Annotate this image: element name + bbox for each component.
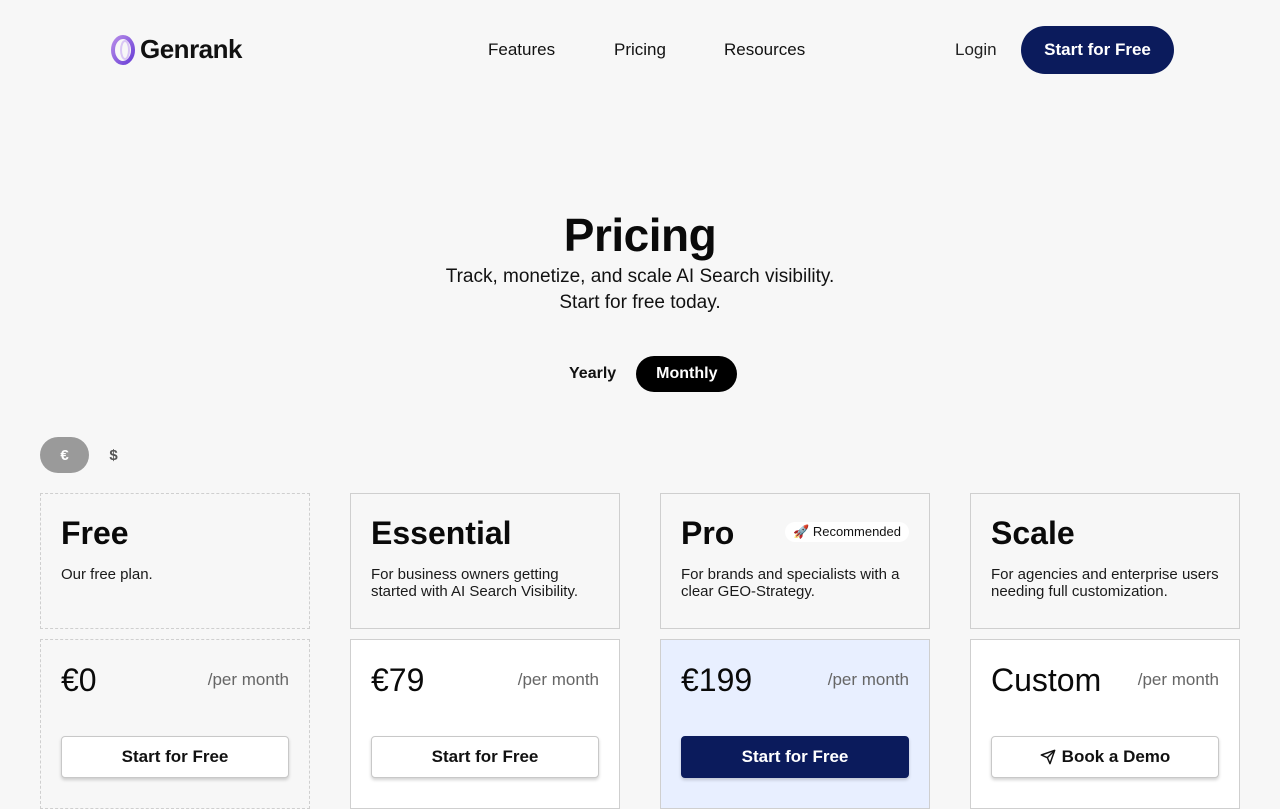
plan-description: For business owners getting started with…: [371, 566, 579, 600]
recommended-badge: 🚀 Recommended: [785, 522, 909, 542]
top-navigation: Genrank Features Pricing Resources Login…: [0, 0, 1280, 100]
genrank-logo-icon: [111, 34, 135, 65]
monthly-toggle-button[interactable]: Monthly: [636, 356, 738, 392]
plan-price-essential: €79 /per month Start for Free: [350, 639, 620, 809]
free-start-button[interactable]: Start for Free: [61, 736, 289, 778]
plan-description: For agencies and enterprise users needin…: [991, 566, 1219, 600]
plan-price: Custom: [991, 662, 1102, 698]
plan-card-essential: Essential For business owners getting st…: [350, 493, 620, 629]
button-label: Book a Demo: [1061, 747, 1171, 766]
billing-period-toggle: Yearly Monthly: [549, 356, 738, 392]
plan-price-scale: Custom /per month Book a Demo: [970, 639, 1240, 809]
plan-name: Free: [61, 515, 129, 551]
plan-price: €0: [61, 662, 97, 698]
plan-name: Essential: [371, 515, 512, 551]
plan-period: /per month: [827, 670, 909, 689]
button-label: Start for Free: [121, 747, 229, 766]
plan-card-free: Free Our free plan.: [40, 493, 310, 629]
plan-description: Our free plan.: [61, 566, 153, 583]
button-label: Start for Free: [741, 747, 849, 766]
nav-link-features[interactable]: Features: [488, 40, 555, 60]
plan-period: /per month: [207, 670, 289, 689]
page-subtitle-line1: Track, monetize, and scale AI Search vis…: [445, 266, 835, 287]
plan-card-scale: Scale For agencies and enterprise users …: [970, 493, 1240, 629]
plan-price: €79: [371, 662, 425, 698]
plan-price-free: €0 /per month Start for Free: [40, 639, 310, 809]
plan-price-pro: €199 /per month Start for Free: [660, 639, 930, 809]
nav-link-pricing[interactable]: Pricing: [614, 40, 666, 60]
page-subtitle-line2: Start for free today.: [559, 292, 721, 313]
button-label: Start for Free: [431, 747, 539, 766]
currency-usd-button[interactable]: $: [89, 437, 138, 473]
plan-card-pro: Pro 🚀 Recommended For brands and special…: [660, 493, 930, 629]
currency-switch: € $: [40, 437, 138, 473]
start-for-free-button[interactable]: Start for Free: [1021, 26, 1174, 74]
plan-description: For brands and specialists with a clear …: [681, 566, 900, 600]
yearly-toggle-button[interactable]: Yearly: [549, 356, 636, 392]
plan-price: €199: [681, 662, 753, 698]
nav-link-resources[interactable]: Resources: [724, 40, 805, 60]
book-a-demo-button[interactable]: Book a Demo: [991, 736, 1219, 778]
brand-logo[interactable]: Genrank: [110, 34, 243, 65]
plan-name: Scale: [991, 515, 1075, 551]
paper-plane-icon: [1040, 749, 1056, 765]
login-link[interactable]: Login: [955, 40, 997, 60]
currency-eur-button[interactable]: €: [40, 437, 89, 473]
essential-start-button[interactable]: Start for Free: [371, 736, 599, 778]
pro-start-button[interactable]: Start for Free: [681, 736, 909, 778]
page-title: Pricing: [563, 209, 717, 261]
plan-period: /per month: [1137, 670, 1219, 689]
brand-name: Genrank: [140, 34, 243, 64]
plan-period: /per month: [517, 670, 599, 689]
